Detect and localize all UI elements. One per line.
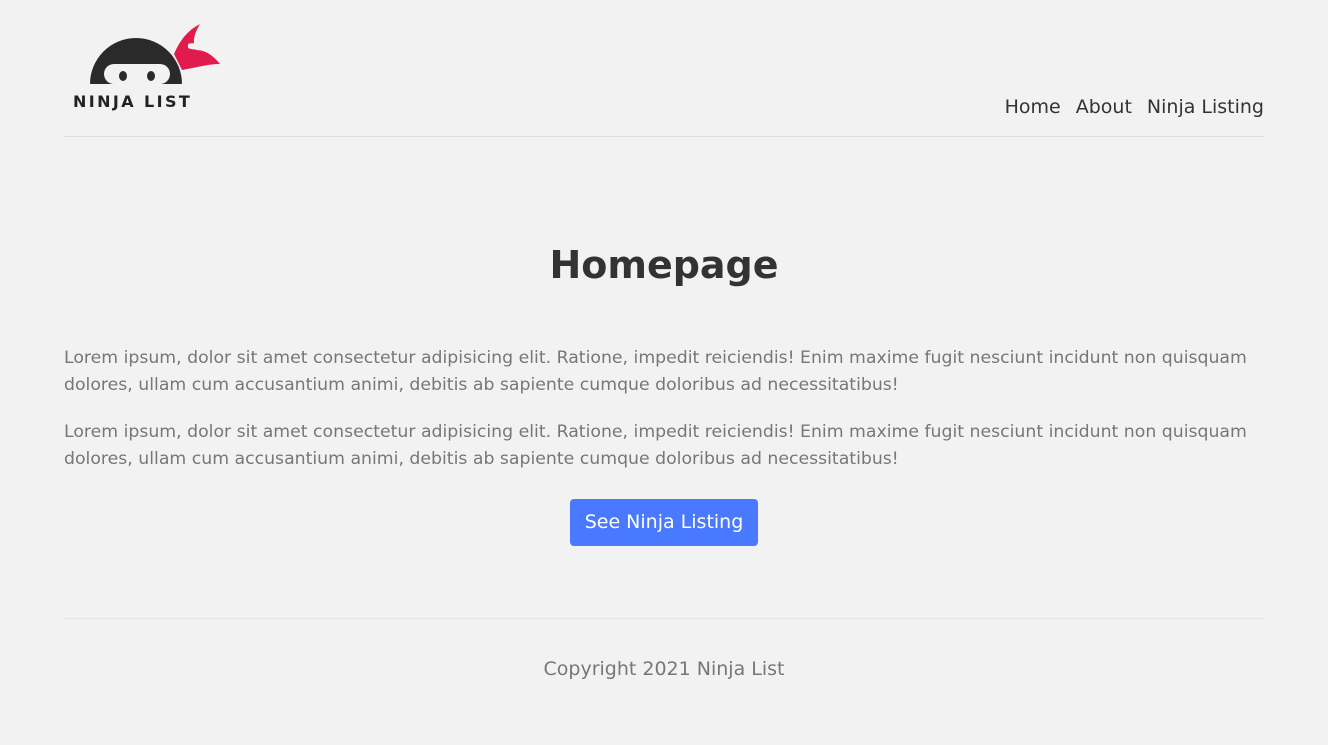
intro-paragraph-2: Lorem ipsum, dolor sit amet consectetur … <box>64 422 1247 469</box>
nav-link-ninja-listing[interactable]: Ninja Listing <box>1147 96 1264 118</box>
logo-text: NINJA LIST <box>73 92 193 111</box>
see-ninja-listing-button[interactable]: See Ninja Listing <box>570 499 758 546</box>
nav-link-home[interactable]: Home <box>1005 96 1061 118</box>
nav-links: Home About Ninja Listing <box>1005 96 1264 118</box>
site-logo[interactable]: NINJA LIST <box>70 20 220 112</box>
ninja-logo-icon <box>90 24 220 84</box>
navbar: NINJA LIST Home About Ninja Listing <box>64 0 1264 137</box>
copyright-text: Copyright 2021 Ninja List <box>543 658 785 680</box>
page-title: Homepage <box>549 243 779 287</box>
nav-link-about[interactable]: About <box>1076 96 1132 118</box>
page: NINJA LIST Home About Ninja Listing Home… <box>64 0 1264 745</box>
footer: Copyright 2021 Ninja List <box>64 618 1264 680</box>
main-content: Homepage Lorem ipsum, dolor sit amet con… <box>64 137 1264 546</box>
intro-paragraph-1: Lorem ipsum, dolor sit amet consectetur … <box>64 348 1247 395</box>
